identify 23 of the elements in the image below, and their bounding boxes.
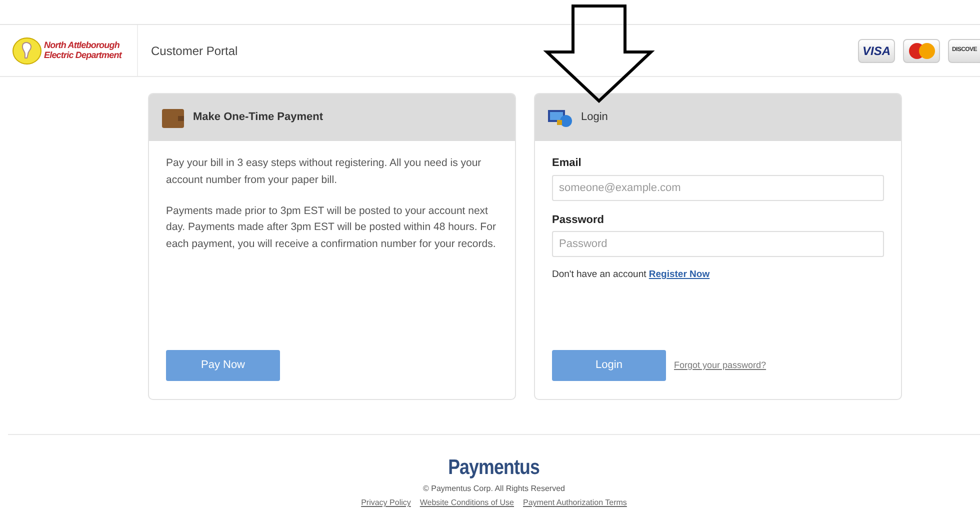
register-prompt: Don't have an account Register Now — [552, 268, 711, 282]
panel-title: Login — [581, 110, 608, 126]
email-field[interactable]: someone@example.com — [552, 174, 884, 200]
wallet-icon — [161, 106, 185, 128]
copyright-text: © Paymentus Corp. All Rights Reserved — [423, 483, 565, 495]
register-link[interactable]: Register Now — [648, 269, 710, 280]
footer-link[interactable]: Payment Authorization Terms — [523, 497, 627, 509]
description-text: Pay your bill in 3 easy steps without registering. All you need is your account number from your paper bill. — [166, 156, 482, 188]
password-label: Password — [552, 212, 605, 228]
password-field[interactable]: Password — [552, 231, 884, 257]
footer-link[interactable]: Website Conditions of Use — [420, 497, 514, 509]
bulb-icon — [12, 36, 42, 64]
visa-logo: VISA — [858, 38, 895, 62]
email-label: Email — [552, 156, 582, 171]
panel-title: Make One-Time Payment — [193, 110, 324, 126]
forgot-password-link[interactable]: Forgot your password? — [674, 358, 766, 372]
portal-title: Customer Portal — [150, 42, 238, 60]
description-text: Payments made prior to 3pm EST will be posted to your account next day. Payments made after 3pm EST will be posted within 48 hours. For each payment, you will receive a confirmation number for your records. — [166, 204, 497, 252]
footer-link[interactable]: Privacy Policy — [361, 497, 411, 509]
mastercard-logo — [903, 38, 940, 62]
computer-globe-icon — [547, 108, 573, 128]
footer-logo: Paymentus — [448, 457, 540, 478]
company-logo: North Attleborough Electric Department — [0, 25, 138, 76]
